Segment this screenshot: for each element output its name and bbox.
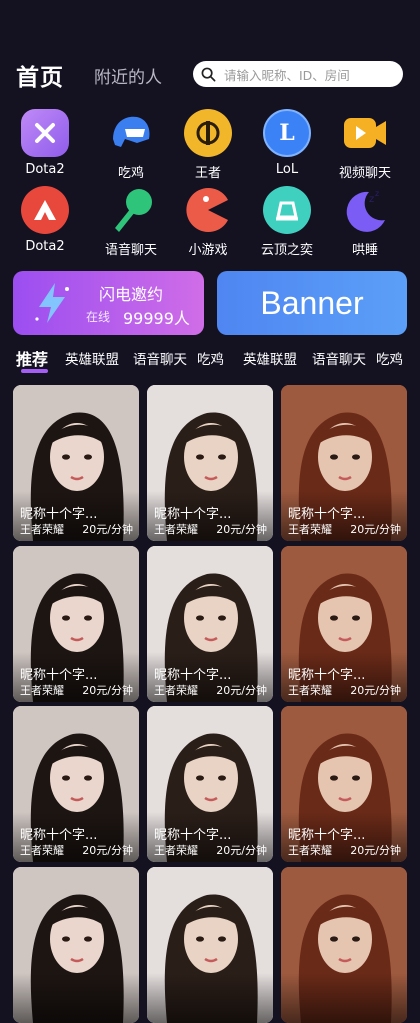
host-card[interactable]: 昵称十个字... 王者荣耀 20元/分钟: [147, 706, 273, 862]
lightning-icon: [35, 283, 69, 323]
host-nickname: 昵称十个字...: [20, 507, 98, 522]
online-count: 99999人: [123, 309, 190, 328]
host-card[interactable]: 昵称十个字... 王者荣耀 20元/分钟: [281, 546, 407, 702]
category-cloud-top[interactable]: 云顶之奕: [251, 186, 323, 258]
card-overlay: [147, 973, 273, 1023]
search-placeholder: 请输入昵称、ID、房间: [224, 67, 350, 83]
category-lol[interactable]: L LoL: [251, 109, 323, 177]
host-game: 王者荣耀: [288, 523, 332, 536]
category-video-chat[interactable]: 视频聊天: [329, 109, 401, 181]
category-tabs: 推荐 英雄联盟 语音聊天 吃鸡 英雄联盟 语音聊天 吃鸡: [0, 344, 420, 374]
svg-text:z: z: [369, 194, 374, 205]
svg-text:z: z: [375, 189, 379, 198]
host-price: 20元/分钟: [216, 523, 267, 536]
host-price: 20元/分钟: [350, 844, 401, 857]
tab-home[interactable]: 首页: [16, 58, 64, 92]
category-label: 云顶之奕: [260, 243, 313, 258]
tab-lol-2[interactable]: 英雄联盟: [243, 348, 297, 368]
tab-voice-chat-2[interactable]: 语音聊天: [312, 348, 366, 368]
host-card[interactable]: 昵称十个字... 王者荣耀 20元/分钟: [13, 385, 139, 541]
host-nickname: 昵称十个字...: [20, 668, 98, 683]
category-label: 王者: [194, 166, 221, 181]
video-chat-icon: [341, 109, 389, 157]
host-price: 20元/分钟: [216, 844, 267, 857]
category-label: 哄睡: [351, 243, 378, 258]
category-sleep[interactable]: zz 哄睡: [329, 186, 401, 258]
banner-text: Banner: [260, 284, 364, 321]
host-nickname: 昵称十个字...: [288, 668, 366, 683]
king-icon: [184, 109, 232, 157]
tab-lol[interactable]: 英雄联盟: [65, 348, 119, 368]
category-wangzhe[interactable]: 王者: [172, 109, 244, 181]
host-game: 王者荣耀: [20, 684, 64, 697]
tab-chiji[interactable]: 吃鸡: [197, 348, 224, 368]
category-label: Dota2: [25, 239, 65, 254]
host-game: 王者荣耀: [288, 684, 332, 697]
tab-recommend[interactable]: 推荐: [16, 346, 48, 370]
apex-icon: [21, 186, 69, 234]
host-card[interactable]: [147, 867, 273, 1023]
host-price: 20元/分钟: [216, 684, 267, 697]
host-price: 20元/分钟: [82, 844, 133, 857]
promo-banner[interactable]: Banner: [217, 271, 407, 335]
dota2-icon: [21, 109, 69, 157]
category-chiji[interactable]: 吃鸡: [95, 109, 167, 181]
tab-nearby[interactable]: 附近的人: [94, 63, 162, 88]
microphone-icon: [107, 186, 155, 234]
card-overlay: [13, 973, 139, 1023]
host-nickname: 昵称十个字...: [154, 507, 232, 522]
host-game: 王者荣耀: [154, 684, 198, 697]
flash-invite-banner[interactable]: 闪电邀约 在线 99999人: [13, 271, 204, 335]
host-game: 王者荣耀: [154, 844, 198, 857]
host-card[interactable]: 昵称十个字... 王者荣耀 20元/分钟: [13, 706, 139, 862]
tab-voice-chat[interactable]: 语音聊天: [133, 348, 187, 368]
host-card[interactable]: 昵称十个字... 王者荣耀 20元/分钟: [147, 385, 273, 541]
category-dota2[interactable]: Dota2: [9, 109, 81, 177]
host-card[interactable]: 昵称十个字... 王者荣耀 20元/分钟: [13, 546, 139, 702]
host-nickname: 昵称十个字...: [288, 507, 366, 522]
host-game: 王者荣耀: [20, 523, 64, 536]
helmet-icon: [107, 109, 155, 157]
lol-icon: L: [263, 109, 311, 157]
host-price: 20元/分钟: [82, 523, 133, 536]
host-nickname: 昵称十个字...: [154, 668, 232, 683]
host-game: 王者荣耀: [20, 844, 64, 857]
search-icon: [201, 67, 216, 81]
card-overlay: [281, 973, 407, 1023]
host-price: 20元/分钟: [350, 684, 401, 697]
host-price: 20元/分钟: [350, 523, 401, 536]
category-label: 语音聊天: [104, 243, 157, 258]
category-label: 视频聊天: [338, 166, 391, 181]
category-label: 吃鸡: [117, 166, 144, 181]
host-game: 王者荣耀: [288, 844, 332, 857]
category-mini-game[interactable]: 小游戏: [172, 186, 244, 258]
category-label: 小游戏: [188, 243, 228, 258]
host-nickname: 昵称十个字...: [288, 828, 366, 843]
moon-sleep-icon: zz: [341, 186, 389, 234]
category-voice-chat[interactable]: 语音聊天: [95, 186, 167, 258]
host-game: 王者荣耀: [154, 523, 198, 536]
host-card[interactable]: [281, 867, 407, 1023]
host-card[interactable]: 昵称十个字... 王者荣耀 20元/分钟: [147, 546, 273, 702]
host-nickname: 昵称十个字...: [154, 828, 232, 843]
pacman-icon: [184, 186, 232, 234]
host-price: 20元/分钟: [82, 684, 133, 697]
flash-invite-title: 闪电邀约: [99, 285, 164, 304]
category-label: LoL: [275, 162, 299, 177]
active-tab-indicator: [21, 369, 48, 373]
cloud-top-icon: [263, 186, 311, 234]
tab-chiji-2[interactable]: 吃鸡: [376, 348, 403, 368]
category-label: Dota2: [25, 162, 65, 177]
host-card[interactable]: [13, 867, 139, 1023]
search-bar[interactable]: 请输入昵称、ID、房间: [193, 61, 403, 87]
host-card[interactable]: 昵称十个字... 王者荣耀 20元/分钟: [281, 385, 407, 541]
host-card[interactable]: 昵称十个字... 王者荣耀 20元/分钟: [281, 706, 407, 862]
host-nickname: 昵称十个字...: [20, 828, 98, 843]
online-label: 在线: [86, 310, 111, 324]
category-dota2-apex[interactable]: Dota2: [9, 186, 81, 254]
